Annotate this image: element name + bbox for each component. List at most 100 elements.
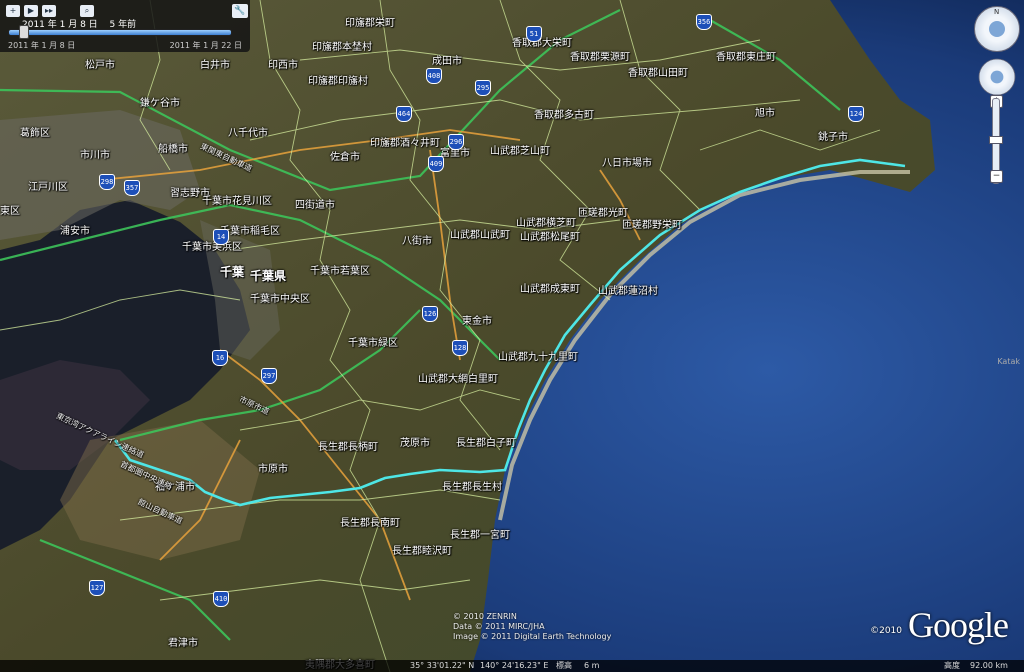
north-icon: N [994, 8, 1000, 16]
place-label: 長生郡長生村 [442, 482, 502, 493]
place-label: 山武郡横芝町 [516, 218, 576, 229]
look-around-control[interactable]: N [974, 6, 1020, 52]
place-label: 山武郡九十九里町 [498, 352, 578, 363]
place-label: 白井市 [200, 60, 230, 71]
zoom-in-icon[interactable]: + [6, 5, 20, 17]
place-label: 香取郡大栄町 [512, 38, 572, 49]
place-label: 茂原市 [400, 438, 430, 449]
place-label: 八日市場市 [602, 158, 652, 169]
hand-icon [990, 70, 1004, 84]
route-shield-icon: 16 [212, 350, 228, 366]
elevation-label: 標高 [556, 661, 572, 670]
place-label: 船橋市 [158, 144, 188, 155]
place-label: 葛飾区 [20, 128, 50, 139]
place-label: 山武郡松尾町 [520, 232, 580, 243]
place-label: 長生郡白子町 [456, 438, 516, 449]
play-icon[interactable]: ▶ [24, 5, 38, 17]
route-shield-icon: 127 [89, 580, 105, 596]
place-label: 千葉市緑区 [348, 338, 398, 349]
route-shield-icon: 14 [213, 229, 229, 245]
longitude-readout: 140° 24'16.23" E [480, 661, 549, 670]
place-label: 千葉 [220, 265, 245, 279]
route-shield-icon: 128 [452, 340, 468, 356]
status-bar: 35° 33'01.22" N 140° 24'16.23" E 標高 6 m … [0, 660, 1024, 672]
place-label: 千葉市若葉区 [310, 266, 370, 277]
place-label: 山武郡大網白里町 [418, 374, 498, 385]
sea-label: Katak [997, 357, 1020, 366]
place-label: 江戸川区 [28, 182, 68, 193]
pan-control[interactable] [978, 58, 1016, 96]
time-slider-start: 2011 年 1 月 8 日 [8, 41, 76, 50]
place-label: 香取郡栗源町 [570, 52, 630, 63]
place-label: 香取郡多古町 [534, 110, 594, 121]
place-label: 四街道市 [295, 200, 335, 211]
route-shield-icon: 409 [428, 156, 444, 172]
time-slider-handle[interactable] [19, 25, 30, 39]
altitude-label: 高度 [944, 661, 960, 670]
place-label: 山武郡成東町 [520, 284, 580, 295]
place-label: 千葉県 [250, 269, 287, 283]
navigation-controls: N + − [974, 6, 1020, 186]
place-label: 山武郡蓮沼村 [598, 286, 658, 297]
zoom-slider-thumb[interactable] [989, 136, 1003, 144]
time-slider-end: 2011 年 1 月 22 日 [169, 41, 242, 50]
place-label: 松戸市 [85, 60, 115, 71]
place-label: 銚子市 [818, 132, 848, 143]
settings-icon[interactable]: 🔧 [232, 4, 248, 18]
place-label: 印旛郡栄町 [345, 18, 395, 29]
google-logo: Google [908, 605, 1009, 645]
magnify-icon[interactable]: ⌕ [80, 5, 94, 17]
map-viewport[interactable]: 印旛郡栄町印旛郡本埜村成田市 香取郡大栄町香取郡栗源町 香取郡東庄町香取郡山田町 印西… [0, 0, 1024, 672]
place-label: 印旛郡酒々井町 [370, 138, 440, 149]
place-label: 匝瑳郡野栄町 [622, 220, 682, 231]
place-label: 八千代市 [228, 128, 268, 139]
place-label: 山武郡芝山町 [490, 146, 550, 157]
route-shield-icon: 410 [213, 591, 229, 607]
route-shield-icon: 357 [124, 180, 140, 196]
route-shield-icon: 464 [396, 106, 412, 122]
place-label: 市原市 [258, 464, 288, 475]
route-shield-icon: 296 [448, 134, 464, 150]
eye-icon [989, 21, 1005, 37]
place-label: 東区 [0, 206, 20, 217]
place-label: 千葉市花見川区 [202, 196, 272, 207]
place-label: 長生郡睦沢町 [392, 546, 452, 557]
place-label: 千葉市稲毛区 [220, 226, 280, 237]
place-label: 匝瑳郡光町 [578, 208, 628, 219]
credit-line: Data © 2011 MIRC/JHA [453, 622, 545, 631]
place-label: 鎌ケ谷市 [140, 98, 180, 109]
place-label: 山武郡山武町 [450, 230, 510, 241]
place-label: 君津市 [168, 638, 198, 649]
route-shield-icon: 124 [848, 106, 864, 122]
place-label: 千葉市中央区 [250, 294, 310, 305]
place-label: 千葉市美浜区 [182, 242, 242, 253]
route-shield-icon: 51 [526, 26, 542, 42]
place-label: 成田市 [432, 56, 462, 67]
place-label: 印旛郡本埜村 [312, 42, 372, 53]
route-shield-icon: 408 [426, 68, 442, 84]
route-shield-icon: 295 [475, 80, 491, 96]
place-label: 八街市 [402, 236, 432, 247]
place-label: 東金市 [462, 316, 492, 327]
place-label: 浦安市 [60, 226, 90, 237]
place-label: 長生郡一宮町 [450, 530, 510, 541]
zoom-out-button[interactable]: − [990, 170, 1003, 183]
credit-line: © 2010 ZENRIN [453, 612, 517, 621]
step-icon[interactable]: ▸▸ [42, 5, 56, 17]
place-label: 香取郡山田町 [628, 68, 688, 79]
place-label: 長生郡長柄町 [318, 442, 378, 453]
time-slider-panel: + ▶ ▸▸ ⌕ 🔧 2011 年 1 月 8 日 5 年前 2011 年 1 … [0, 0, 250, 52]
place-label: 佐倉市 [330, 152, 360, 163]
altitude-value: 92.00 km [970, 661, 1008, 670]
place-label: 印旛郡印旛村 [308, 76, 368, 87]
credit-line: Image © 2011 Digital Earth Technology [453, 632, 612, 641]
place-label: 長生郡長南町 [340, 518, 400, 529]
copyright-year: ©2010 [870, 626, 902, 636]
route-shield-icon: 126 [422, 306, 438, 322]
place-label: 印西市 [268, 60, 298, 71]
time-slider-track[interactable] [8, 29, 232, 36]
place-label: 旭市 [755, 108, 775, 119]
elevation-value: 6 m [584, 661, 600, 670]
route-shield-icon: 298 [99, 174, 115, 190]
place-label: 香取郡東庄町 [716, 52, 776, 63]
